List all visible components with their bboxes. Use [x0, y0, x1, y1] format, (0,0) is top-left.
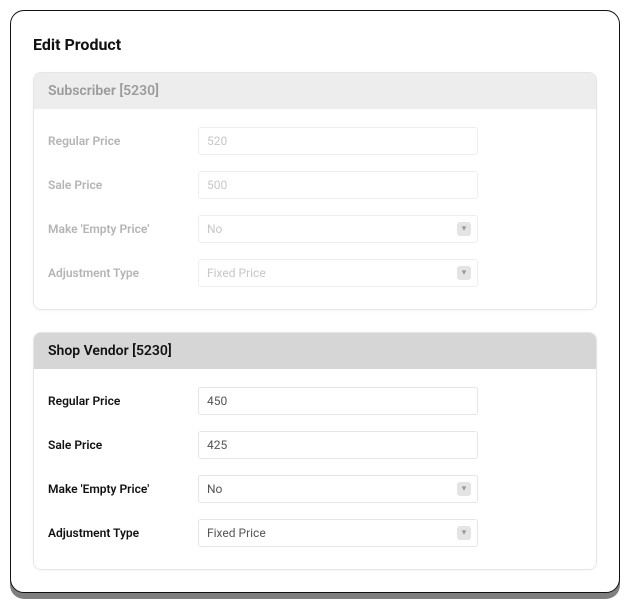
field-label: Adjustment Type: [48, 266, 188, 280]
empty-price-select[interactable]: No ▾: [198, 215, 478, 243]
regular-price-input[interactable]: [198, 387, 478, 415]
field-label: Regular Price: [48, 394, 188, 408]
section-body: Regular Price Sale Price Make 'Empty Pri…: [34, 109, 596, 309]
field-row-empty-price: Make 'Empty Price' No ▾: [48, 467, 582, 511]
chevron-down-icon: ▾: [457, 482, 471, 496]
field-row-adjustment-type: Adjustment Type Fixed Price ▾: [48, 251, 582, 295]
adjustment-type-select[interactable]: Fixed Price ▾: [198, 259, 478, 287]
chevron-down-icon: ▾: [457, 222, 471, 236]
chevron-down-icon: ▾: [457, 266, 471, 280]
field-row-sale-price: Sale Price: [48, 163, 582, 207]
empty-price-select[interactable]: No ▾: [198, 475, 478, 503]
select-value: No: [207, 222, 222, 236]
select-value: Fixed Price: [207, 526, 266, 540]
adjustment-type-select[interactable]: Fixed Price ▾: [198, 519, 478, 547]
field-label: Make 'Empty Price': [48, 482, 188, 496]
field-label: Make 'Empty Price': [48, 222, 188, 236]
field-label: Regular Price: [48, 134, 188, 148]
pricing-section-shop-vendor: Shop Vendor [5230] Regular Price Sale Pr…: [33, 332, 597, 570]
edit-product-panel: Edit Product Subscriber [5230] Regular P…: [10, 10, 620, 593]
chevron-down-icon: ▾: [457, 526, 471, 540]
page-title: Edit Product: [33, 35, 597, 54]
regular-price-input[interactable]: [198, 127, 478, 155]
field-row-regular-price: Regular Price: [48, 119, 582, 163]
field-row-regular-price: Regular Price: [48, 379, 582, 423]
sale-price-input[interactable]: [198, 171, 478, 199]
field-row-sale-price: Sale Price: [48, 423, 582, 467]
pricing-section-subscriber: Subscriber [5230] Regular Price Sale Pri…: [33, 72, 597, 310]
section-header: Subscriber [5230]: [34, 73, 596, 109]
sale-price-input[interactable]: [198, 431, 478, 459]
section-header: Shop Vendor [5230]: [34, 333, 596, 369]
field-row-adjustment-type: Adjustment Type Fixed Price ▾: [48, 511, 582, 555]
field-row-empty-price: Make 'Empty Price' No ▾: [48, 207, 582, 251]
field-label: Adjustment Type: [48, 526, 188, 540]
field-label: Sale Price: [48, 438, 188, 452]
field-label: Sale Price: [48, 178, 188, 192]
select-value: Fixed Price: [207, 266, 266, 280]
select-value: No: [207, 482, 222, 496]
section-body: Regular Price Sale Price Make 'Empty Pri…: [34, 369, 596, 569]
